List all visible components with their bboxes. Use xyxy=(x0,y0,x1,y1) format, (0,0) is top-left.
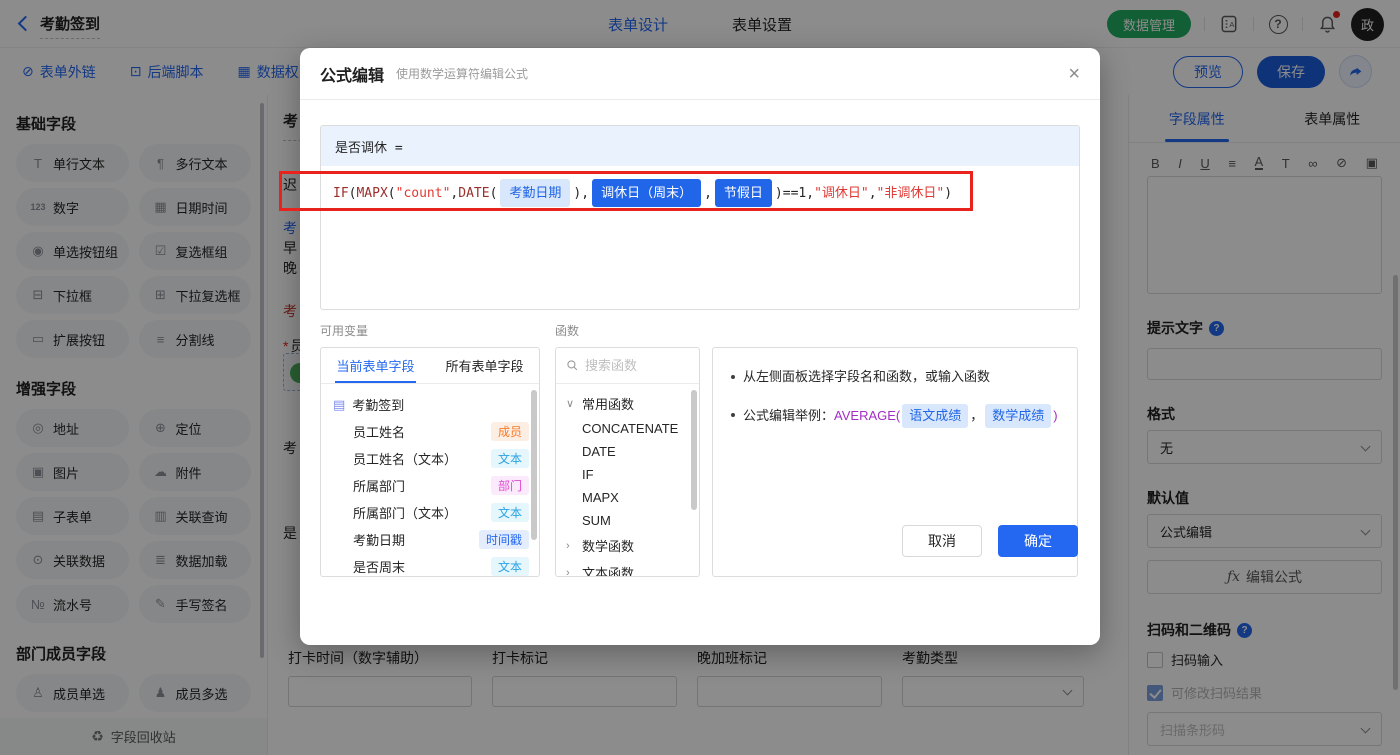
function-search-input[interactable] xyxy=(585,358,675,373)
variable-name: 所属部门（文本） xyxy=(353,506,458,521)
help-tip-2: 公式编辑举例：AVERAGE(语文成绩，数学成绩) xyxy=(729,404,1061,428)
function-group-name: 常用函数 xyxy=(582,397,635,412)
function-item[interactable]: MAPX xyxy=(556,486,699,509)
formula-edit-modal: 公式编辑 使用数学运算符编辑公式 × 是否调休 = IF(MAPX("count… xyxy=(300,48,1100,645)
function-group[interactable]: ∨ 常用函数 xyxy=(556,390,699,417)
help-example-prefix: 公式编辑举例： xyxy=(743,408,835,423)
function-item[interactable]: DATE xyxy=(556,440,699,463)
variable-type-badge: 文本 xyxy=(490,557,529,576)
modal-header: 公式编辑 使用数学运算符编辑公式 × xyxy=(300,48,1100,100)
help-tip-1: 从左侧面板选择字段名和函数，或输入函数 xyxy=(729,366,1061,388)
function-search xyxy=(556,348,699,384)
variable-item[interactable]: 考勤日期 时间戳 xyxy=(321,526,539,553)
formula-punct: , xyxy=(868,186,877,201)
search-icon xyxy=(567,360,578,371)
close-icon[interactable]: × xyxy=(1068,64,1080,84)
variable-type-badge: 文本 xyxy=(490,503,529,522)
chevron-right-icon: › xyxy=(566,539,570,552)
field-token[interactable]: 数学成绩 xyxy=(985,404,1052,428)
field-token[interactable]: 语文成绩 xyxy=(902,404,969,428)
variables-tabs: 当前表单字段 所有表单字段 xyxy=(321,348,539,384)
formula-keyword: DATE xyxy=(458,186,490,201)
tab-current-form-fields[interactable]: 当前表单字段 xyxy=(321,348,430,383)
formula-punct: ( xyxy=(489,186,498,201)
tab-all-form-fields[interactable]: 所有表单字段 xyxy=(430,348,539,383)
formula-line[interactable]: IF(MAPX("count",DATE(考勤日期), 调休日（周末）, 节假日)=… xyxy=(321,166,1079,220)
field-token[interactable]: 考勤日期 xyxy=(500,179,571,207)
variable-type-badge: 文本 xyxy=(490,449,529,468)
variable-type-badge: 成员 xyxy=(490,422,529,441)
variable-item[interactable]: 所属部门（文本） 文本 xyxy=(321,499,539,526)
variable-name: 员工姓名 xyxy=(353,425,406,440)
form-name: 考勤签到 xyxy=(352,398,405,413)
formula-string: "count" xyxy=(395,186,451,201)
modal-subtitle: 使用数学运算符编辑公式 xyxy=(396,67,529,81)
variables-panel: 当前表单字段 所有表单字段 ▤ 考勤签到 员工姓名 成员 员工姓名（文本） 文本 所属部门部… xyxy=(320,347,540,577)
variables-scrollbar[interactable] xyxy=(531,390,537,540)
functions-scrollbar[interactable] xyxy=(691,390,697,510)
function-group-name: 文本函数 xyxy=(582,566,635,577)
variable-name: 考勤日期 xyxy=(353,533,406,548)
formula-punct: )==1, xyxy=(774,186,815,201)
confirm-button[interactable]: 确定 xyxy=(998,525,1078,557)
variable-type-badge: 部门 xyxy=(490,476,529,495)
variables-form-node[interactable]: ▤ 考勤签到 xyxy=(321,391,539,418)
help-example-close: ) xyxy=(1053,408,1058,423)
functions-panel: ∨ 常用函数 CONCATENATEDATEIFMAPXSUM › 数学函数 › 文本函数 xyxy=(555,347,700,577)
formula-string: "非调休日" xyxy=(876,186,945,201)
variable-item[interactable]: 员工姓名 成员 xyxy=(321,418,539,445)
functions-label: 函数 xyxy=(555,324,580,338)
field-token[interactable]: 节假日 xyxy=(714,179,772,207)
variable-item[interactable]: 员工姓名（文本） 文本 xyxy=(321,445,539,472)
formula-keyword: MAPX xyxy=(356,186,388,201)
variable-item[interactable]: 是否周末 文本 xyxy=(321,553,539,576)
formula-punct: ) xyxy=(944,186,953,201)
functions-list: ∨ 常用函数 CONCATENATE DATE IF MAPX SUM › 数学函数 › 文本函数 xyxy=(556,384,699,577)
modal-title: 公式编辑 xyxy=(320,67,385,85)
variable-name: 所属部门 xyxy=(353,479,406,494)
form-designer-app: 考勤签到 表单设计 表单设置 数据管理 A ? 政 ⊘ 表单外链 ⊡ 后端脚本 ▦ 数据权… xyxy=(0,0,1400,755)
formula-editor: 是否调休 = IF(MAPX("count",DATE(考勤日期), 调休日（周末… xyxy=(320,125,1080,310)
formula-punct: ), xyxy=(573,186,590,201)
modal-footer: 取消 确定 xyxy=(902,525,1078,557)
formula-string: "调休日" xyxy=(814,186,869,201)
variable-name: 员工姓名（文本） xyxy=(353,452,458,467)
help-example-comma: ， xyxy=(970,408,984,423)
formula-keyword: IF xyxy=(333,186,349,201)
formula-target: 是否调休 = xyxy=(321,126,1079,166)
function-item[interactable]: CONCATENATE xyxy=(556,417,699,440)
variable-type-badge: 时间戳 xyxy=(478,530,529,549)
modal-body: 是否调休 = IF(MAPX("count",DATE(考勤日期), 调休日（周末… xyxy=(300,125,1100,577)
function-item[interactable]: IF xyxy=(556,463,699,486)
variable-item[interactable]: 所属部门 部门 xyxy=(321,472,539,499)
help-example-function: AVERAGE( xyxy=(834,408,901,423)
chevron-down-icon: ∨ xyxy=(566,398,575,410)
function-item[interactable]: SUM xyxy=(556,509,699,532)
function-group[interactable]: › 数学函数 xyxy=(556,532,699,559)
chevron-right-icon: › xyxy=(566,566,570,577)
formula-punct: ( xyxy=(387,186,396,201)
cancel-button[interactable]: 取消 xyxy=(902,525,982,557)
variable-name: 是否周末 xyxy=(353,560,406,575)
variables-label: 可用变量 xyxy=(320,324,369,338)
function-group[interactable]: › 文本函数 xyxy=(556,559,699,577)
field-token[interactable]: 调休日（周末） xyxy=(592,179,702,207)
formula-punct: , xyxy=(704,186,712,201)
function-group-name: 数学函数 xyxy=(582,539,635,554)
form-doc-icon: ▤ xyxy=(333,396,346,412)
panel-labels: 可用变量 函数 xyxy=(320,322,1080,339)
variables-list: ▤ 考勤签到 员工姓名 成员 员工姓名（文本） 文本 所属部门 部门 所属部门（文本） 文本 考勤日… xyxy=(321,384,539,576)
